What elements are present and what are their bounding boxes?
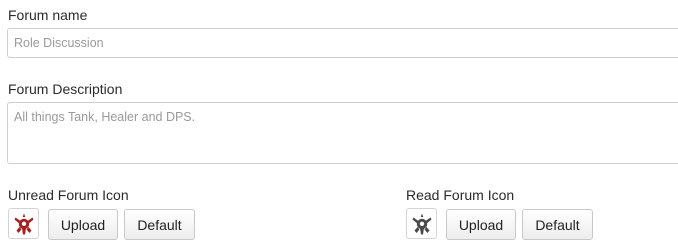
- forum-name-label: Forum name: [8, 7, 88, 23]
- forum-description-label: Forum Description: [8, 81, 123, 97]
- forum-description-textarea[interactable]: [7, 102, 678, 164]
- unread-default-button[interactable]: Default: [124, 209, 195, 240]
- unread-icon-preview: [8, 208, 39, 239]
- read-icon-preview: [406, 208, 437, 239]
- horde-emblem-icon: [14, 213, 33, 234]
- horde-emblem-icon: [412, 213, 431, 234]
- read-forum-icon-label: Read Forum Icon: [406, 187, 515, 203]
- read-upload-button[interactable]: Upload: [446, 209, 516, 240]
- unread-forum-icon-label: Unread Forum Icon: [8, 187, 129, 203]
- read-default-button[interactable]: Default: [522, 209, 593, 240]
- unread-upload-button[interactable]: Upload: [48, 209, 118, 240]
- forum-name-input[interactable]: [7, 28, 678, 58]
